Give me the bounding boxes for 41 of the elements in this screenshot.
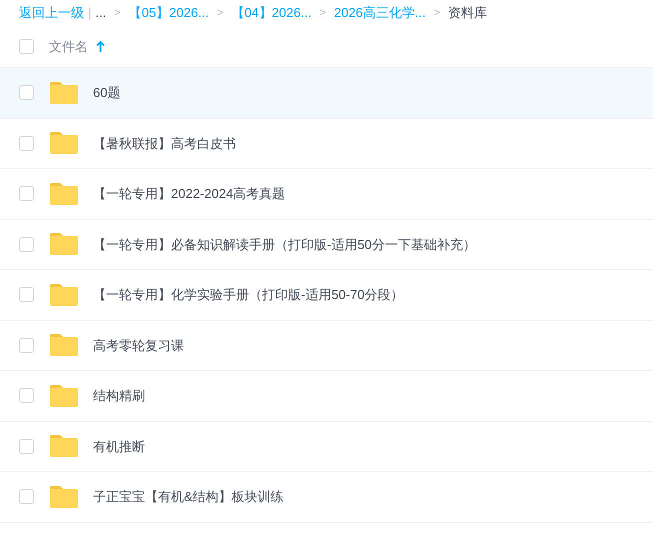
file-row[interactable]: 高考零轮复习课 — [0, 320, 653, 371]
folder-icon — [49, 384, 79, 408]
checkbox[interactable] — [19, 236, 34, 252]
folder-name[interactable]: 高考零轮复习课 — [93, 336, 184, 355]
breadcrumb-ellipsis: ... — [95, 4, 106, 22]
checkbox[interactable] — [19, 136, 34, 151]
breadcrumb-separator: > — [432, 6, 442, 21]
sort-arrow-icon[interactable] — [96, 41, 105, 52]
file-row[interactable]: 【暑秋联报】高考白皮书 — [0, 118, 653, 169]
folder-name[interactable]: 【暑秋联报】高考白皮书 — [93, 134, 236, 153]
folder-name[interactable]: 60题 — [93, 83, 120, 102]
folder-icon — [49, 484, 79, 509]
folder-icon — [49, 434, 79, 458]
breadcrumb-separator: > — [113, 6, 122, 21]
folder-name[interactable]: 【一轮专用】2022-2024高考真题 — [93, 184, 286, 204]
breadcrumb-current: 资料库 — [448, 4, 488, 22]
checkbox[interactable] — [19, 39, 34, 54]
breadcrumb-divider: | — [87, 4, 92, 22]
checkbox[interactable] — [19, 287, 34, 302]
file-row[interactable]: 60题 — [0, 68, 653, 118]
folder-name[interactable]: 子正宝宝【有机&结构】板块训练 — [93, 487, 284, 506]
checkbox[interactable] — [19, 489, 34, 504]
checkbox[interactable] — [19, 438, 34, 454]
folder-name[interactable]: 结构精刷 — [93, 386, 145, 406]
checkbox[interactable] — [19, 338, 34, 353]
checkbox[interactable] — [19, 388, 34, 404]
file-row[interactable]: 【一轮专用】必备知识解读手册（打印版-适用50分一下基础补充） — [0, 220, 653, 270]
folder-icon — [49, 333, 79, 358]
folder-name[interactable]: 【一轮专用】必备知识解读手册（打印版-适用50分一下基础补充） — [93, 234, 476, 254]
folder-icon — [49, 131, 79, 156]
file-row[interactable]: 有机推断 — [0, 422, 653, 472]
folder-icon — [49, 182, 79, 206]
breadcrumb-separator: > — [216, 6, 224, 21]
folder-name[interactable]: 有机推断 — [93, 436, 145, 456]
checkbox[interactable] — [19, 186, 34, 202]
folder-icon — [49, 80, 79, 105]
folder-name[interactable]: 【一轮专用】化学实验手册（打印版-适用50-70分段） — [93, 285, 404, 304]
folder-icon — [49, 232, 79, 256]
checkbox[interactable] — [19, 85, 34, 100]
folder-icon — [49, 282, 79, 307]
breadcrumb-separator: > — [318, 6, 327, 21]
